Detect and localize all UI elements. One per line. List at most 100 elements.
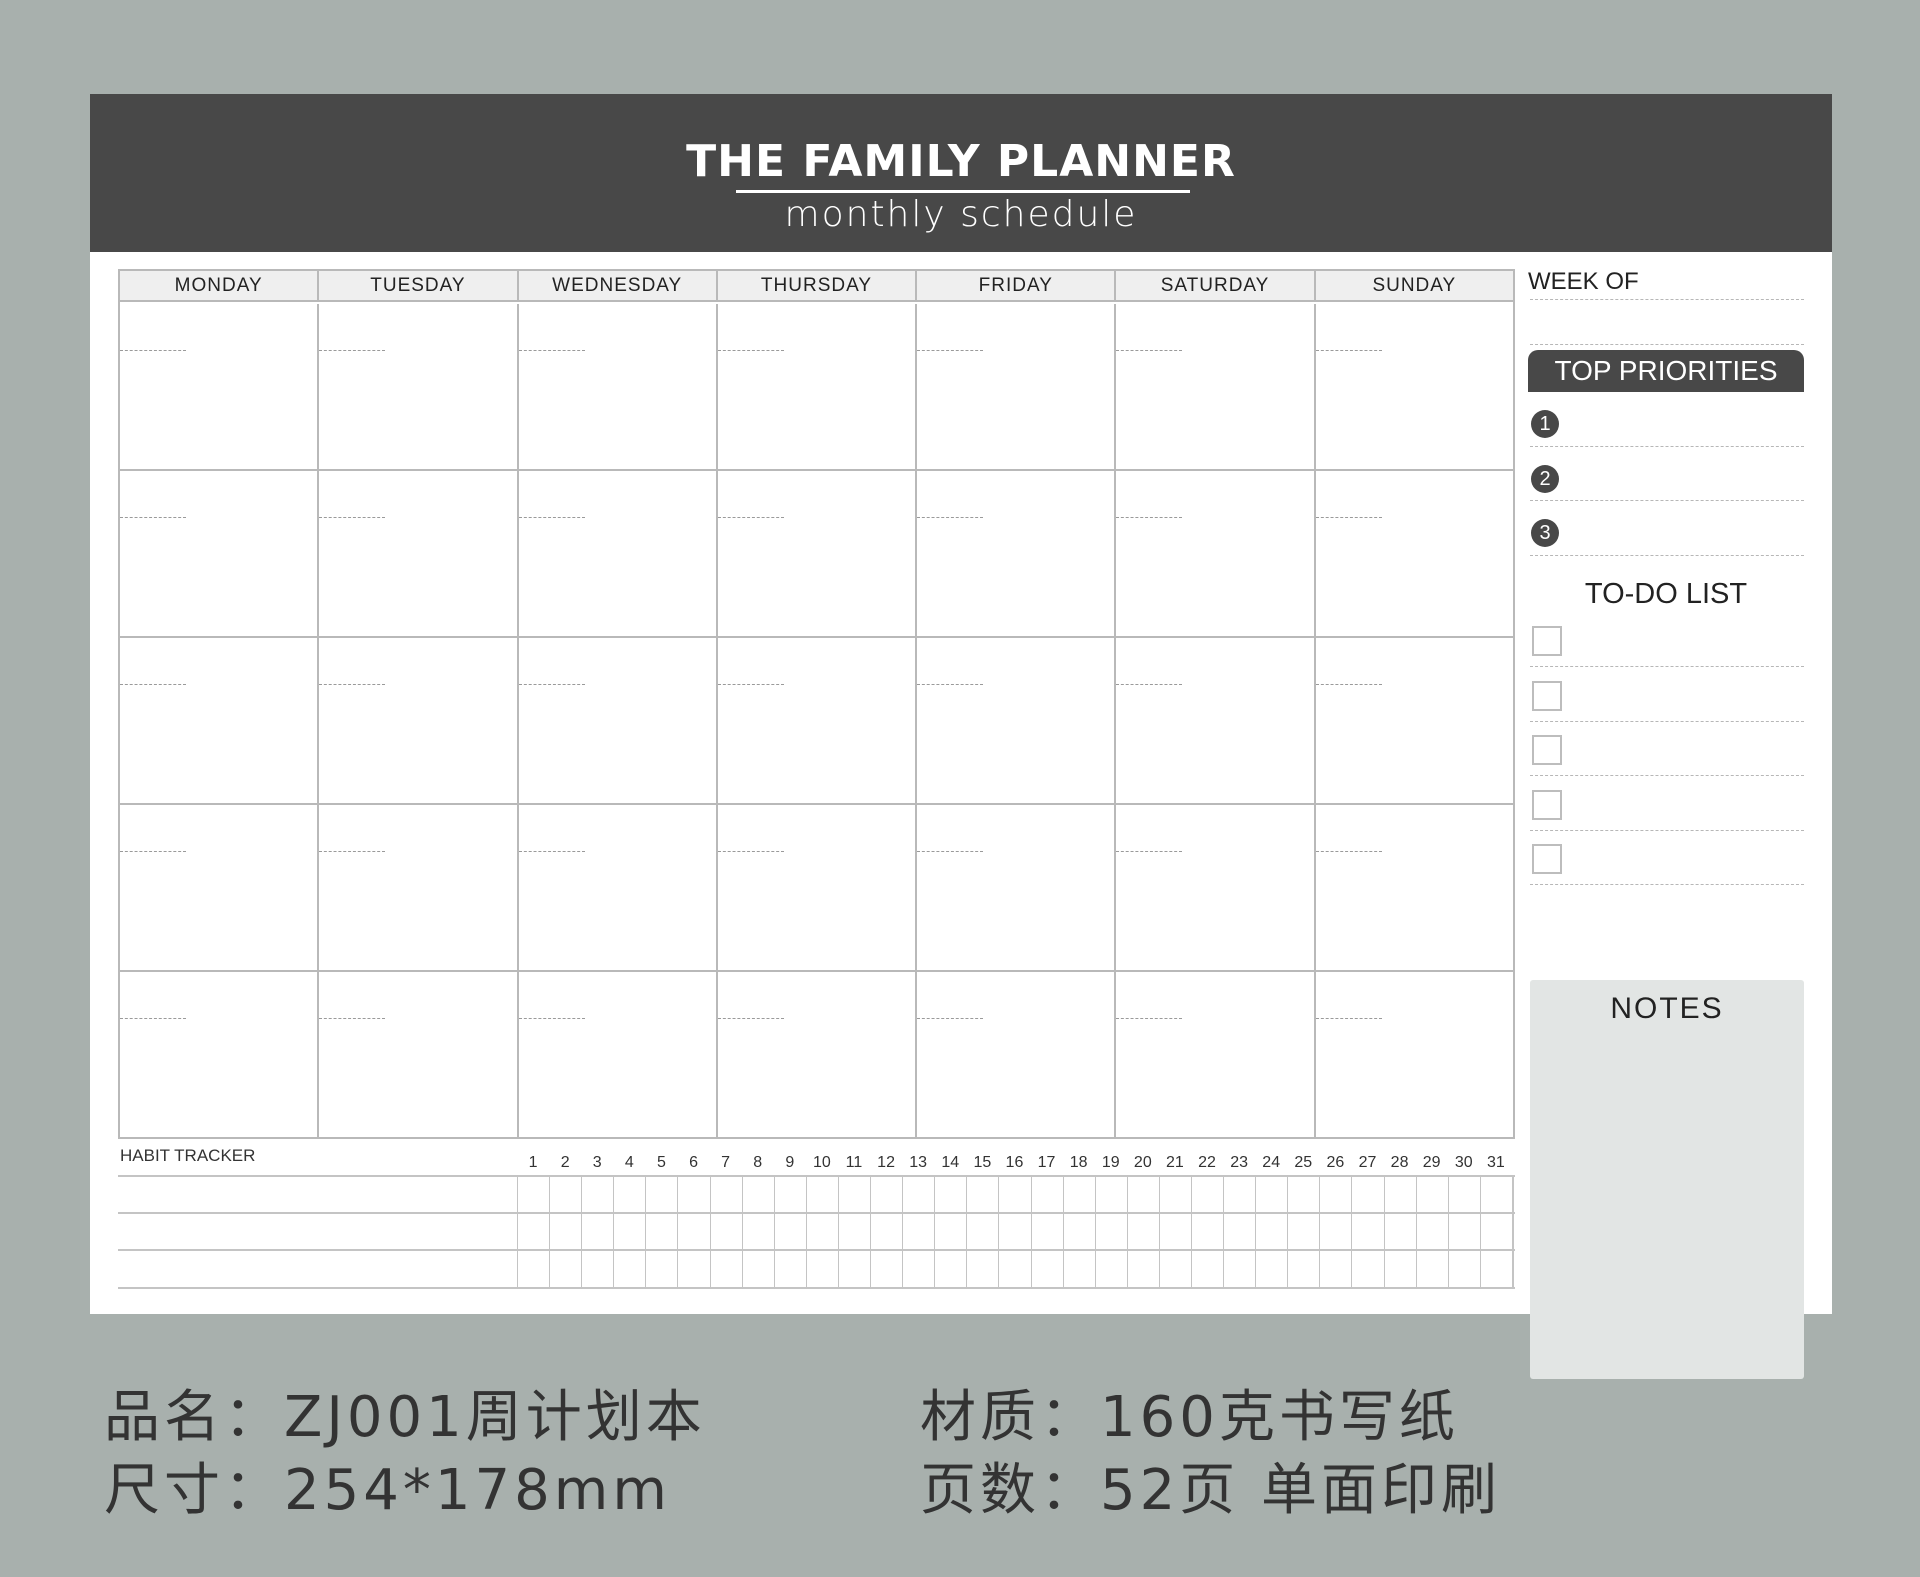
todo-line[interactable] (1530, 666, 1804, 667)
habit-checkbox[interactable] (1224, 1251, 1257, 1290)
day-cell[interactable] (518, 805, 718, 970)
day-cell[interactable] (120, 471, 320, 636)
day-cell[interactable] (319, 972, 519, 1137)
habit-checkbox[interactable] (678, 1176, 711, 1214)
habit-checkbox[interactable] (1064, 1251, 1096, 1290)
habit-checkbox[interactable] (775, 1251, 807, 1290)
habit-checkbox[interactable] (1481, 1176, 1512, 1214)
habit-checkbox[interactable] (1352, 1251, 1385, 1290)
habit-checkbox[interactable] (743, 1213, 775, 1252)
habit-checkbox[interactable] (582, 1213, 615, 1252)
habit-checkbox[interactable] (1064, 1213, 1096, 1252)
habit-checkbox[interactable] (903, 1251, 936, 1290)
habit-checkbox[interactable] (807, 1176, 839, 1214)
habit-checkbox[interactable] (550, 1213, 583, 1252)
habit-checkbox[interactable] (1192, 1213, 1225, 1252)
habit-checkbox[interactable] (518, 1176, 551, 1214)
habit-checkbox[interactable] (1064, 1176, 1096, 1214)
day-cell[interactable] (1315, 972, 1513, 1137)
day-cell[interactable] (518, 972, 718, 1137)
habit-checkbox[interactable] (999, 1213, 1032, 1252)
habit-checkbox[interactable] (1224, 1176, 1257, 1214)
habit-checkbox[interactable] (775, 1176, 807, 1214)
day-cell[interactable] (717, 471, 918, 636)
todo-checkbox[interactable] (1532, 680, 1562, 711)
habit-checkbox[interactable] (1449, 1213, 1481, 1252)
habit-checkbox[interactable] (646, 1213, 679, 1252)
habit-checkbox[interactable] (646, 1176, 679, 1214)
habit-checkbox[interactable] (1449, 1176, 1481, 1214)
habit-checkbox[interactable] (1352, 1213, 1385, 1252)
day-cell[interactable] (120, 805, 320, 970)
habit-checkbox[interactable] (1032, 1251, 1064, 1290)
day-cell[interactable] (1116, 304, 1316, 469)
habit-checkbox[interactable] (582, 1176, 615, 1214)
habit-checkbox[interactable] (1256, 1213, 1289, 1252)
todo-line[interactable] (1530, 720, 1804, 722)
day-cell[interactable] (1315, 471, 1513, 636)
day-cell[interactable] (917, 805, 1117, 970)
habit-checkbox[interactable] (1288, 1251, 1321, 1290)
habit-checkbox[interactable] (1128, 1251, 1160, 1290)
todo-checkbox[interactable] (1532, 844, 1562, 874)
habit-checkbox[interactable] (1288, 1213, 1321, 1252)
day-cell[interactable] (1116, 805, 1316, 970)
habit-checkbox[interactable] (839, 1176, 872, 1214)
habit-checkbox[interactable] (1417, 1251, 1449, 1290)
habit-checkbox[interactable] (1481, 1251, 1512, 1289)
habit-checkbox[interactable] (1417, 1176, 1449, 1214)
habit-checkbox[interactable] (518, 1251, 551, 1290)
habit-checkbox[interactable] (935, 1251, 968, 1290)
habit-checkbox[interactable] (903, 1176, 936, 1214)
todo-line[interactable] (1530, 775, 1804, 776)
habit-checkbox[interactable] (743, 1251, 775, 1290)
day-cell[interactable] (319, 638, 519, 803)
day-cell[interactable] (1116, 471, 1316, 636)
habit-checkbox[interactable] (1449, 1251, 1481, 1290)
habit-checkbox[interactable] (550, 1251, 583, 1290)
habit-checkbox[interactable] (1160, 1176, 1192, 1214)
day-cell[interactable] (717, 805, 918, 970)
habit-checkbox[interactable] (839, 1213, 872, 1252)
habit-checkbox[interactable] (711, 1251, 743, 1290)
day-cell[interactable] (917, 972, 1117, 1137)
habit-checkbox[interactable] (1160, 1251, 1192, 1290)
habit-checkbox[interactable] (1256, 1176, 1289, 1214)
habit-checkbox[interactable] (1481, 1214, 1512, 1252)
habit-checkbox[interactable] (711, 1213, 743, 1252)
habit-checkbox[interactable] (711, 1176, 743, 1214)
habit-checkbox[interactable] (967, 1176, 1000, 1214)
habit-checkbox[interactable] (999, 1251, 1032, 1290)
habit-checkbox[interactable] (1192, 1176, 1225, 1214)
habit-checkbox[interactable] (1320, 1176, 1353, 1214)
habit-checkbox[interactable] (1128, 1176, 1160, 1214)
habit-checkbox[interactable] (1320, 1251, 1353, 1290)
habit-checkbox[interactable] (550, 1176, 583, 1214)
day-cell[interactable] (1315, 805, 1513, 970)
habit-checkbox[interactable] (1417, 1213, 1449, 1252)
day-cell[interactable] (120, 304, 320, 469)
day-cell[interactable] (917, 304, 1117, 469)
habit-checkbox[interactable] (1096, 1213, 1128, 1252)
todo-checkbox[interactable] (1532, 789, 1562, 820)
habit-checkbox[interactable] (1288, 1176, 1321, 1214)
habit-checkbox[interactable] (871, 1213, 904, 1252)
habit-checkbox[interactable] (1385, 1251, 1417, 1290)
habit-checkbox[interactable] (1256, 1251, 1289, 1290)
habit-checkbox[interactable] (839, 1251, 872, 1290)
todo-line[interactable] (1530, 884, 1804, 885)
habit-checkbox[interactable] (967, 1251, 1000, 1290)
habit-checkbox[interactable] (743, 1176, 775, 1214)
habit-checkbox[interactable] (1096, 1251, 1128, 1290)
habit-checkbox[interactable] (935, 1176, 968, 1214)
day-cell[interactable] (319, 471, 519, 636)
day-cell[interactable] (717, 304, 918, 469)
habit-checkbox[interactable] (614, 1251, 647, 1290)
day-cell[interactable] (717, 972, 918, 1137)
day-cell[interactable] (120, 972, 320, 1137)
notes-box[interactable]: NOTES (1530, 980, 1804, 1379)
habit-checkbox[interactable] (1032, 1213, 1064, 1252)
habit-checkbox[interactable] (871, 1251, 904, 1290)
day-cell[interactable] (917, 471, 1117, 636)
priority-line[interactable] (1530, 500, 1804, 501)
